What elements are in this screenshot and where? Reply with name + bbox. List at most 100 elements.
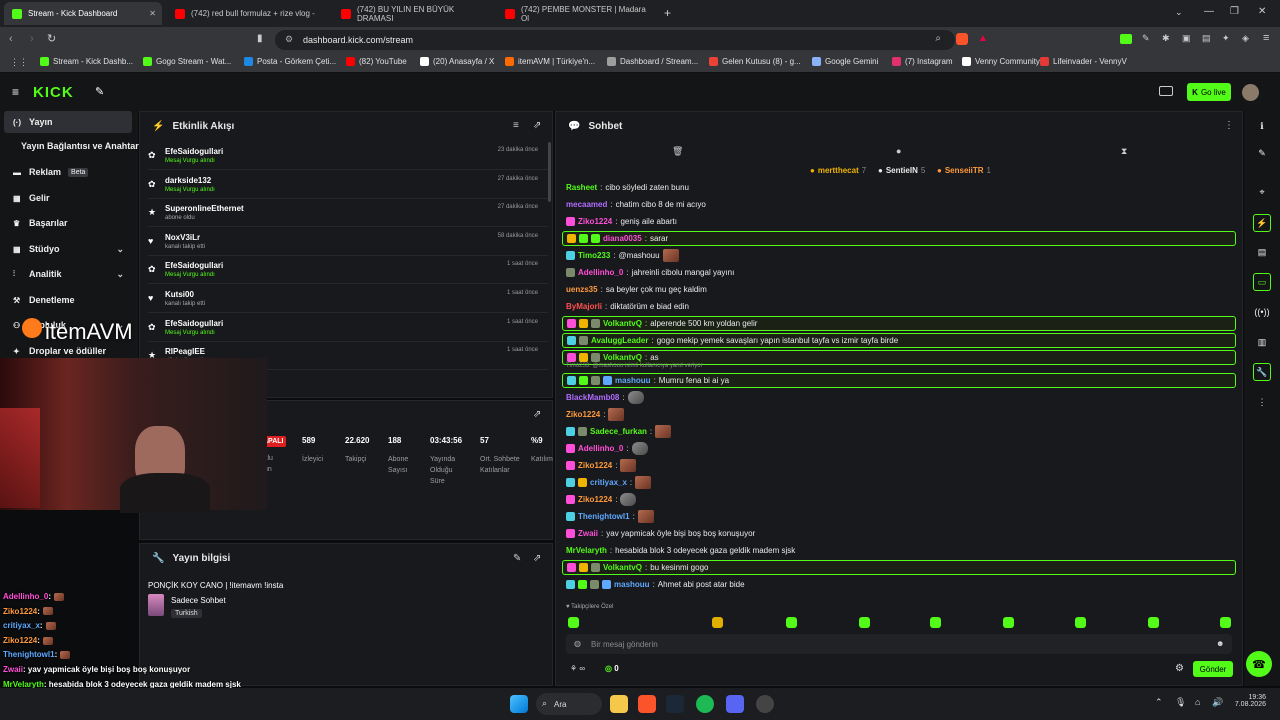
event-username[interactable]: EfeSaidogullari bbox=[165, 319, 223, 328]
bookmark-item[interactable]: Gogo Stream - Wat... bbox=[143, 57, 231, 66]
chat-username[interactable]: Thenightowl1 bbox=[578, 512, 630, 521]
chat-message[interactable]: VolkantvQ: bu kesinmi gogo bbox=[562, 560, 1236, 575]
chat-username[interactable]: mecaamed bbox=[566, 200, 607, 209]
extension-icon[interactable]: ✎ bbox=[1142, 33, 1150, 44]
sidebar-item-0[interactable]: (·) Yayın bbox=[4, 111, 132, 133]
event-username[interactable]: darkside132 bbox=[165, 176, 211, 185]
obs-icon[interactable] bbox=[756, 695, 774, 713]
emote-shortcut-icon[interactable] bbox=[1220, 617, 1231, 628]
chat-message[interactable]: AvaluggLeader: gogo mekip yemek savaşları… bbox=[562, 333, 1236, 348]
spotify-icon[interactable] bbox=[696, 695, 714, 713]
chat-message[interactable]: Sadece_furkan: bbox=[562, 424, 1236, 439]
chat-message[interactable]: BlackMamb08: bbox=[562, 390, 1236, 405]
sidebar-item-3[interactable]: ▦ Gelir bbox=[4, 187, 132, 209]
chat-username[interactable]: critiyax_x bbox=[590, 478, 627, 487]
vpn-icon[interactable]: ◈ bbox=[1242, 33, 1249, 44]
back-icon[interactable]: ‹ bbox=[9, 33, 13, 45]
chat-message[interactable]: Timo233: @mashouu bbox=[562, 248, 1236, 263]
bookmark-item[interactable]: itemAVM | Türkiye'n... bbox=[505, 57, 595, 66]
event-username[interactable]: EfeSaidogullari bbox=[165, 147, 223, 156]
extensions-puzzle-icon[interactable]: ✱ bbox=[1162, 33, 1170, 44]
close-window-icon[interactable]: ✕ bbox=[1258, 6, 1266, 17]
category-name[interactable]: Sadece Sohbet bbox=[171, 596, 226, 605]
emoji-icon[interactable]: ☻ bbox=[1216, 639, 1224, 648]
bookmark-item[interactable]: (82) YouTube bbox=[346, 57, 407, 66]
chat-message[interactable]: VolkantvQ: alperende 500 km yoldan gelir bbox=[562, 316, 1236, 331]
minimize-icon[interactable]: — bbox=[1204, 6, 1214, 17]
tab-list-icon[interactable]: ⌄ bbox=[1175, 7, 1183, 18]
tab-youtube-3[interactable]: (742) PEMBE MONSTER | Madara Ol bbox=[497, 2, 660, 25]
chat-username[interactable]: Ziko1224 bbox=[566, 410, 600, 419]
tab-youtube-1[interactable]: (742) red bull formulaz + rize vlog - bbox=[167, 2, 330, 25]
pin-icon[interactable]: ✎ bbox=[95, 85, 104, 98]
send-button[interactable]: Gönder bbox=[1193, 661, 1233, 677]
chat-settings-icon[interactable]: ◍ bbox=[574, 639, 581, 648]
emote-shortcut-icon[interactable] bbox=[1148, 617, 1159, 628]
popout-icon[interactable]: ⇗ bbox=[533, 120, 541, 131]
edit-icon[interactable]: ✎ bbox=[1253, 144, 1271, 162]
chat-message[interactable]: Ziko1224: geniş aile abartı bbox=[562, 214, 1236, 229]
brave-shield-icon[interactable] bbox=[956, 33, 968, 45]
extension-icon[interactable] bbox=[1120, 34, 1132, 44]
filter-icon[interactable]: ≡ bbox=[513, 120, 519, 131]
forward-icon[interactable]: › bbox=[30, 33, 34, 45]
chat-message[interactable]: mashouu: Mumru fena bi ai ya bbox=[562, 373, 1236, 388]
emote-shortcut-icon[interactable] bbox=[712, 617, 723, 628]
chat-message[interactable]: Adellinho_0: bbox=[562, 441, 1236, 456]
close-icon[interactable]: ✕ bbox=[149, 9, 156, 18]
chat-username[interactable]: mashouu bbox=[614, 580, 650, 589]
chat-username[interactable]: MrVelaryth bbox=[566, 546, 607, 555]
chat-username[interactable]: Ziko1224 bbox=[578, 495, 612, 504]
chat-message[interactable]: diana0035: sarar bbox=[562, 231, 1236, 246]
chat-username[interactable]: Timo233 bbox=[578, 251, 610, 260]
brave-icon[interactable] bbox=[638, 695, 656, 713]
tab-youtube-2[interactable]: (742) BU YILIN EN BÜYÜK DRAMASI bbox=[333, 2, 496, 25]
zoom-icon[interactable]: ⌕ bbox=[935, 33, 941, 44]
leo-icon[interactable]: ✦ bbox=[1222, 33, 1230, 44]
bookmark-item[interactable]: Dashboard / Stream... bbox=[607, 57, 698, 66]
go-live-button[interactable]: K Go live bbox=[1187, 83, 1231, 101]
chat-username[interactable]: mashouu bbox=[615, 376, 651, 385]
chat-username[interactable]: Sadece_furkan bbox=[590, 427, 647, 436]
chevron-down-icon[interactable]: ⌄ bbox=[116, 244, 124, 255]
event-username[interactable]: NoxV3iLr bbox=[165, 233, 200, 242]
bookmark-item[interactable]: Lifeinvader - VennyV bbox=[1040, 57, 1127, 66]
sidebar-toggle-icon[interactable]: ▣ bbox=[1182, 33, 1191, 44]
network-icon[interactable]: ⌂ bbox=[1195, 697, 1200, 707]
target-icon[interactable]: ⌖ bbox=[1253, 183, 1271, 201]
steam-icon[interactable] bbox=[666, 695, 684, 713]
new-tab-icon[interactable]: + bbox=[664, 6, 671, 20]
site-info-icon[interactable]: ⚙ bbox=[285, 34, 293, 45]
sidebar-item-6[interactable]: ⫶ Analitik ⌄ bbox=[4, 263, 132, 285]
chat-message[interactable]: ByMajorli: diktatörüm e biad edin bbox=[562, 299, 1236, 314]
chat-message[interactable]: Ziko1224: bbox=[562, 407, 1236, 422]
kick-logo[interactable]: KICK bbox=[33, 84, 74, 101]
menu-icon[interactable]: ≡ bbox=[1263, 32, 1269, 44]
chat-username[interactable]: Zwaii bbox=[578, 529, 598, 538]
taskbar-search[interactable]: ⌕ Ara bbox=[536, 693, 602, 715]
apps-grid-icon[interactable]: ⋮⋮ bbox=[10, 57, 28, 68]
chat-message[interactable]: Adellinho_0: jahreinli cibolu mangal yayı… bbox=[562, 265, 1236, 280]
chat-username[interactable]: Rasheet bbox=[566, 183, 597, 192]
chat-message[interactable]: Zwaii: yav yapmicak öyle bişi boş boş kon… bbox=[562, 526, 1236, 541]
top-gifter[interactable]: ● SenseiiTR 1 bbox=[937, 166, 991, 175]
emote-shortcut-icon[interactable] bbox=[568, 617, 579, 628]
chat-message[interactable]: critiyax_x: bbox=[562, 475, 1236, 490]
popout-icon[interactable]: ⇗ bbox=[533, 553, 541, 564]
event-username[interactable]: RIPeaglEE bbox=[165, 347, 205, 356]
emote-shortcut-icon[interactable] bbox=[786, 617, 797, 628]
bookmark-item[interactable]: Venny Community bbox=[962, 57, 1040, 66]
chat-message[interactable]: Ziko1224: bbox=[562, 458, 1236, 473]
chat-username[interactable]: Adellinho_0 bbox=[578, 444, 623, 453]
chat-message[interactable]: Ziko1224: bbox=[562, 492, 1236, 507]
sidebar-item-2[interactable]: ▬ Reklam Beta bbox=[4, 161, 132, 183]
avatar[interactable] bbox=[1242, 84, 1259, 101]
sidebar-item-1[interactable]: Yayın Bağlantısı ve Anahtarı bbox=[4, 135, 141, 157]
event-username[interactable]: SuperonlineEthernet bbox=[165, 204, 244, 213]
chat-icon[interactable]: ▭ bbox=[1253, 273, 1271, 291]
scrollbar[interactable] bbox=[548, 142, 551, 202]
chat-username[interactable]: VolkantvQ bbox=[603, 353, 642, 362]
sidebar-item-4[interactable]: ♛ Başarılar bbox=[4, 212, 132, 234]
bookmark-item[interactable]: (20) Anasayfa / X bbox=[420, 57, 494, 66]
chat-username[interactable]: AvaluggLeader bbox=[591, 336, 649, 345]
